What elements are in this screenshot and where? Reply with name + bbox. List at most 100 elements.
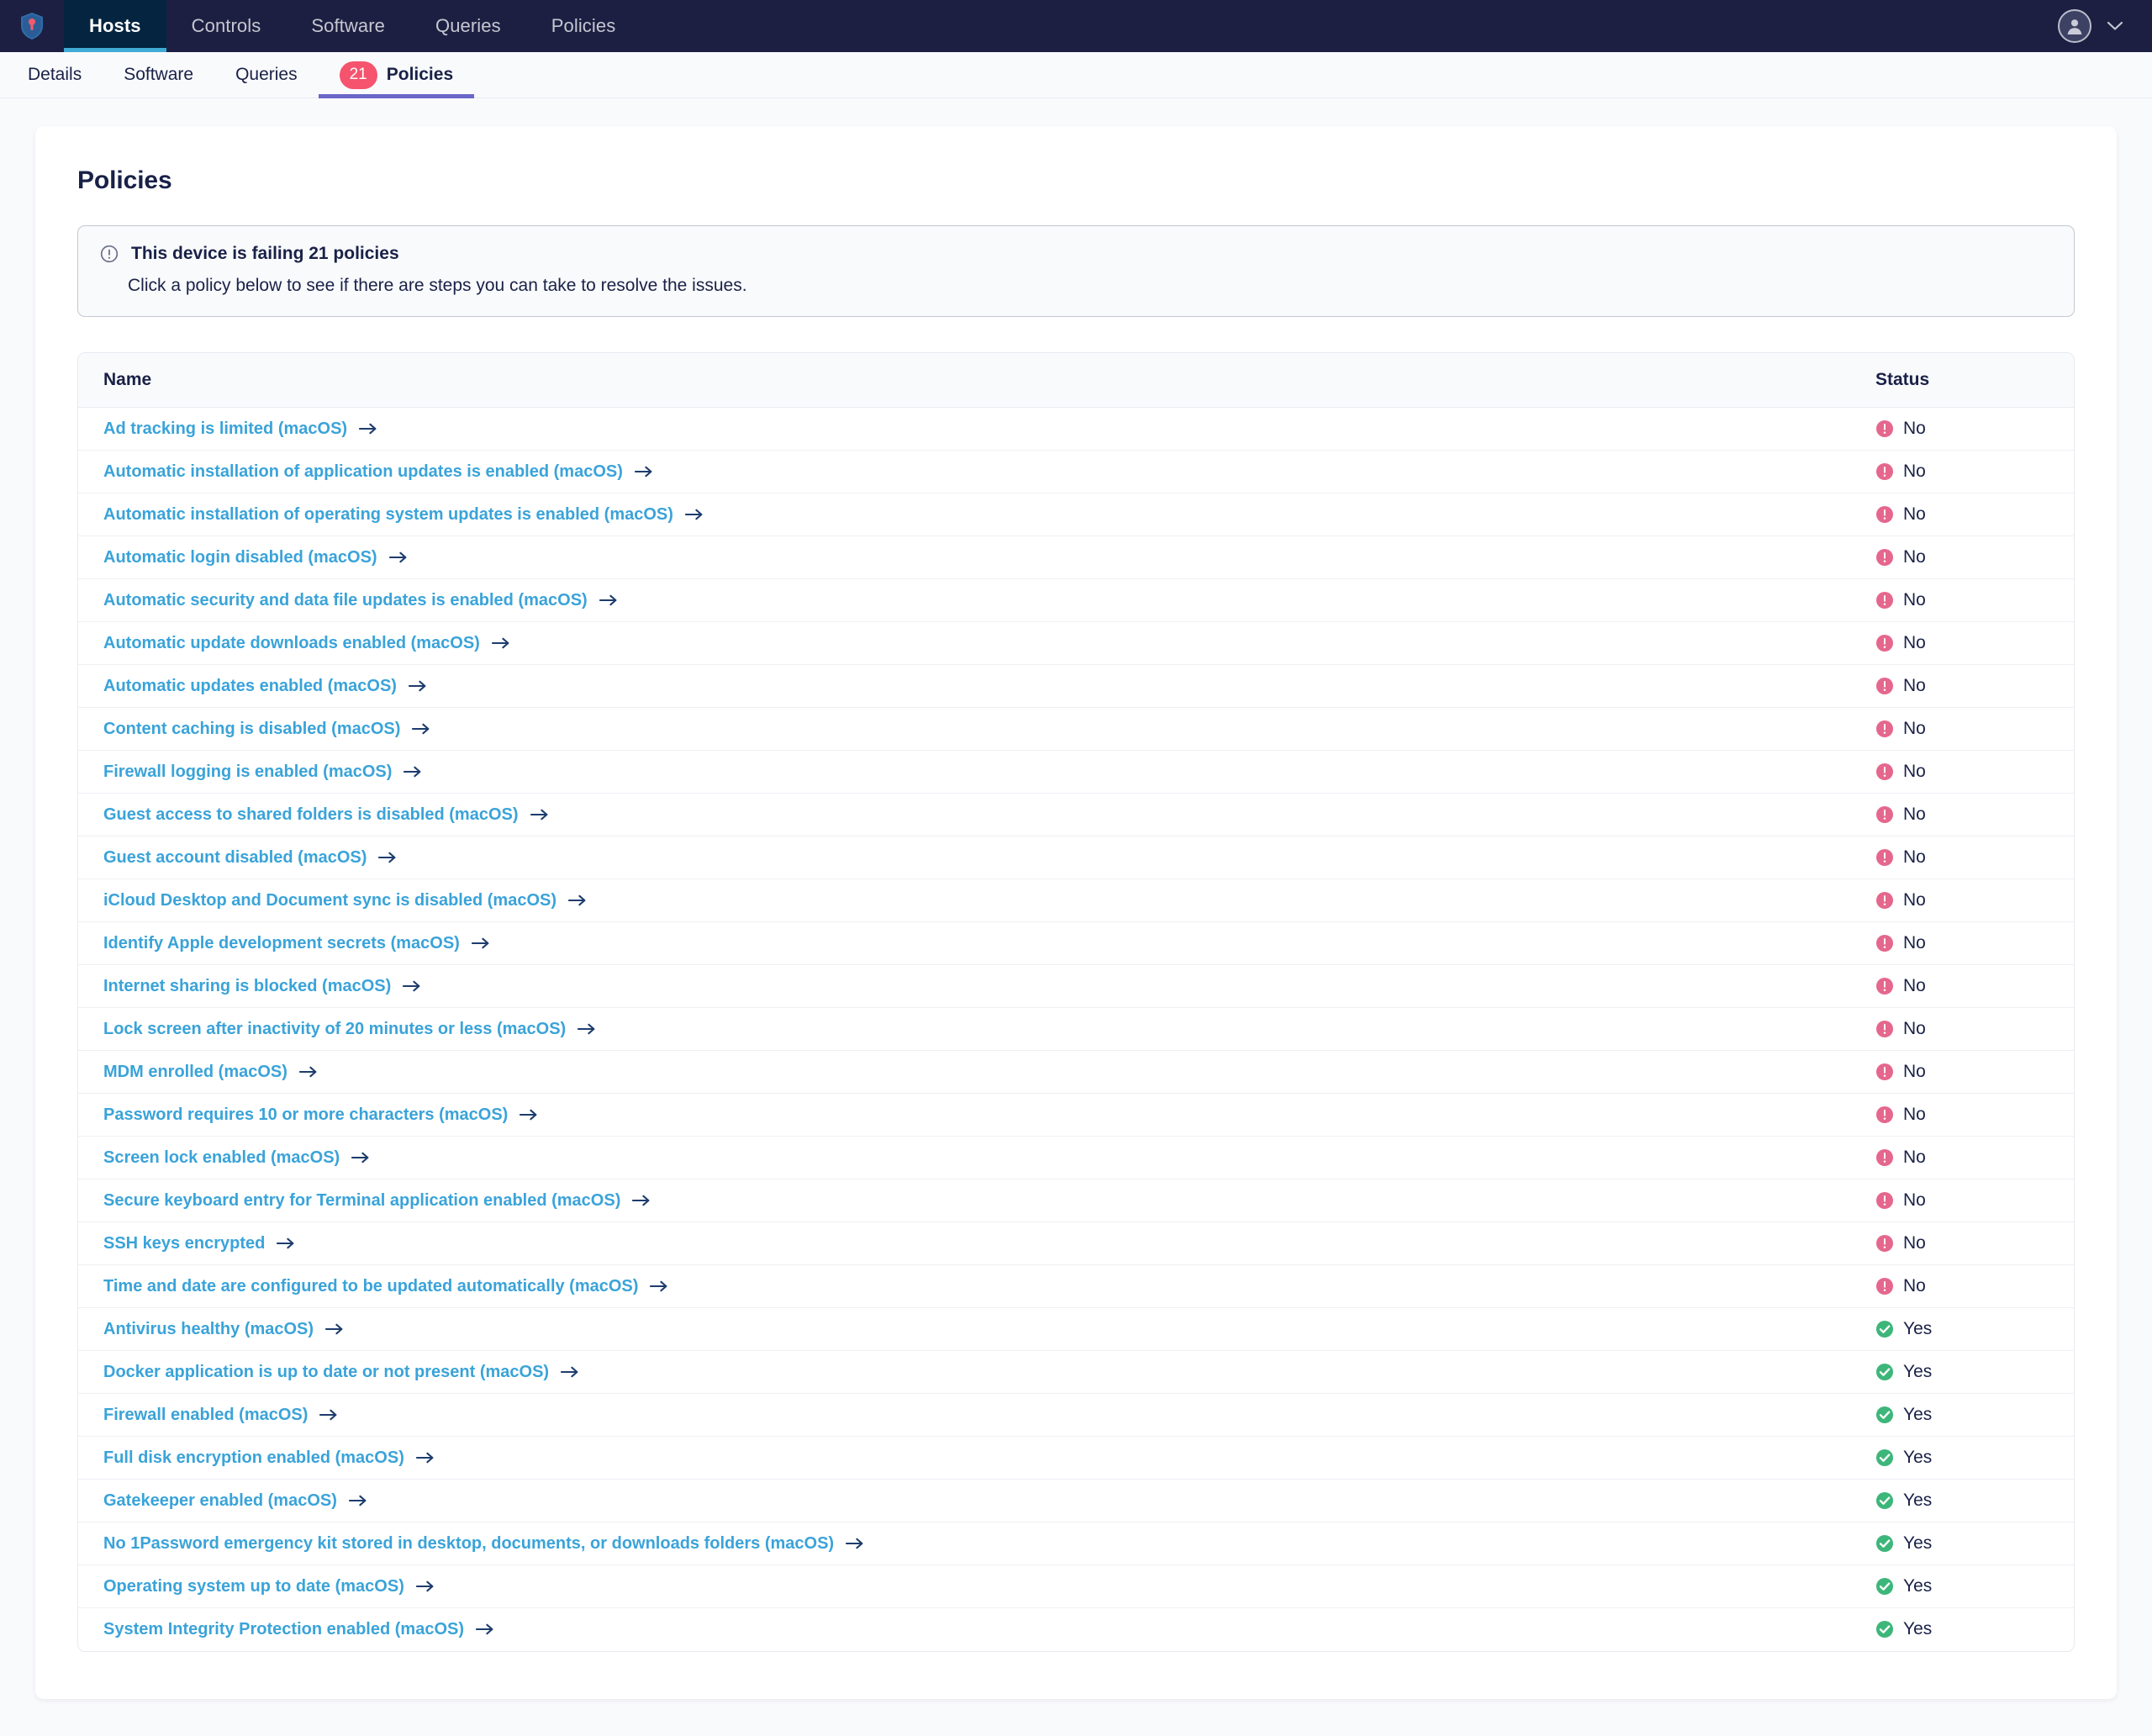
policy-link[interactable]: Automatic login disabled (macOS) [103, 548, 408, 567]
arrow-right-icon [632, 1195, 650, 1206]
page-content: Policies This device is failing 21 polic… [0, 98, 2152, 1736]
policy-link[interactable]: Firewall logging is enabled (macOS) [103, 762, 422, 782]
tab-software[interactable]: Software [103, 52, 214, 98]
policy-name-label: Automatic login disabled (macOS) [103, 547, 377, 567]
policy-link[interactable]: Secure keyboard entry for Terminal appli… [103, 1191, 651, 1211]
policy-name-cell: Guest account disabled (macOS) [78, 836, 1850, 879]
tab-policies[interactable]: 21 Policies [318, 52, 475, 98]
policy-link[interactable]: Guest account disabled (macOS) [103, 848, 397, 868]
policy-link[interactable]: Identify Apple development secrets (macO… [103, 934, 490, 953]
policy-name-label: Automatic update downloads enabled (macO… [103, 633, 480, 652]
policy-link[interactable]: Ad tracking is limited (macOS) [103, 419, 377, 439]
policy-status-cell: No [1850, 1222, 2074, 1265]
policy-name-cell: Automatic security and data file updates… [78, 578, 1850, 622]
status-label: No [1903, 762, 1926, 781]
arrow-right-icon [476, 1624, 493, 1635]
policy-status-cell: No [1850, 493, 2074, 536]
policy-link[interactable]: Firewall enabled (macOS) [103, 1406, 338, 1425]
policy-link[interactable]: Content caching is disabled (macOS) [103, 720, 430, 739]
status-badge: Yes [1875, 1448, 2074, 1468]
column-header-name[interactable]: Name [78, 353, 1850, 408]
table-body: Ad tracking is limited (macOS) No Automati… [78, 408, 2074, 1651]
policies-table-wrapper: Name Status Ad tracking is limited (macO… [77, 352, 2075, 1652]
status-badge: Yes [1875, 1619, 2074, 1639]
policy-name-cell: Firewall enabled (macOS) [78, 1393, 1850, 1437]
policy-name-label: Content caching is disabled (macOS) [103, 719, 401, 738]
top-nav-item-hosts[interactable]: Hosts [64, 0, 166, 52]
policy-status-cell: No [1850, 793, 2074, 836]
policy-link[interactable]: Lock screen after inactivity of 20 minut… [103, 1020, 596, 1039]
top-nav-user-menu[interactable] [2058, 0, 2152, 52]
tab-label: Software [124, 65, 194, 84]
table-row: Automatic installation of operating syst… [78, 493, 2074, 536]
policy-link[interactable]: Internet sharing is blocked (macOS) [103, 977, 421, 996]
status-badge: Yes [1875, 1405, 2074, 1425]
policy-link[interactable]: Automatic security and data file updates… [103, 591, 618, 610]
check-circle-icon [1876, 1621, 1893, 1638]
policy-link[interactable]: Time and date are configured to be updat… [103, 1277, 668, 1296]
exclamation-circle-icon [1876, 592, 1893, 609]
policy-status-cell: No [1850, 750, 2074, 794]
policy-link[interactable]: Operating system up to date (macOS) [103, 1577, 435, 1596]
policy-link[interactable]: Screen lock enabled (macOS) [103, 1148, 370, 1168]
table-row: Automatic login disabled (macOS) No [78, 536, 2074, 579]
policy-link[interactable]: Automatic update downloads enabled (macO… [103, 634, 510, 653]
status-label: No [1903, 933, 1926, 952]
top-nav-item-controls[interactable]: Controls [166, 0, 287, 52]
exclamation-circle-icon [1876, 549, 1893, 566]
policy-name-cell: Operating system up to date (macOS) [78, 1565, 1850, 1608]
status-label: No [1903, 1190, 1926, 1210]
policy-name-label: No 1Password emergency kit stored in des… [103, 1533, 835, 1553]
top-nav-label: Policies [551, 15, 616, 36]
arrow-right-icon [348, 1495, 367, 1506]
policy-link[interactable]: MDM enrolled (macOS) [103, 1063, 318, 1082]
status-badge: No [1875, 676, 2074, 696]
status-label: No [1903, 419, 1926, 438]
policy-link[interactable]: Automatic installation of operating syst… [103, 505, 704, 525]
top-nav-item-queries[interactable]: Queries [410, 0, 526, 52]
tab-queries[interactable]: Queries [214, 52, 319, 98]
avatar[interactable] [2058, 9, 2091, 43]
policy-status-cell: No [1850, 1179, 2074, 1222]
status-label: Yes [1903, 1619, 1933, 1639]
policy-name-label: Firewall logging is enabled (macOS) [103, 762, 393, 781]
policy-name-label: Ad tracking is limited (macOS) [103, 419, 348, 438]
policy-status-cell: Yes [1850, 1393, 2074, 1437]
policy-link[interactable]: Guest access to shared folders is disabl… [103, 805, 549, 825]
policy-name-label: Antivirus healthy (macOS) [103, 1319, 314, 1338]
table-row: System Integrity Protection enabled (mac… [78, 1607, 2074, 1651]
policy-link[interactable]: SSH keys encrypted [103, 1234, 295, 1253]
policy-link[interactable]: Docker application is up to date or not … [103, 1363, 579, 1382]
policy-link[interactable]: Full disk encryption enabled (macOS) [103, 1448, 435, 1468]
exclamation-circle-icon [1876, 463, 1893, 480]
policy-link[interactable]: Password requires 10 or more characters … [103, 1105, 538, 1125]
top-nav-item-software[interactable]: Software [286, 0, 410, 52]
policy-link[interactable]: System Integrity Protection enabled (mac… [103, 1620, 494, 1639]
policy-name-label: Automatic updates enabled (macOS) [103, 676, 397, 695]
table-row: Internet sharing is blocked (macOS) No [78, 964, 2074, 1008]
arrow-right-icon [378, 852, 396, 863]
policy-name-label: Automatic installation of operating syst… [103, 504, 673, 524]
top-navigation-bar: Hosts Controls Software Queries Policies [0, 0, 2152, 52]
arrow-right-icon [298, 1066, 317, 1078]
policy-link[interactable]: iCloud Desktop and Document sync is disa… [103, 891, 587, 910]
table-row: MDM enrolled (macOS) No [78, 1050, 2074, 1094]
policy-link[interactable]: Gatekeeper enabled (macOS) [103, 1491, 367, 1511]
top-nav-item-policies[interactable]: Policies [526, 0, 641, 52]
arrow-right-icon [578, 1023, 595, 1035]
policy-link[interactable]: Automatic updates enabled (macOS) [103, 677, 427, 696]
policy-name-cell: Antivirus healthy (macOS) [78, 1307, 1850, 1351]
table-row: iCloud Desktop and Document sync is disa… [78, 879, 2074, 922]
check-circle-icon [1876, 1364, 1893, 1380]
policy-link[interactable]: Antivirus healthy (macOS) [103, 1320, 344, 1339]
policy-link[interactable]: Automatic installation of application up… [103, 462, 653, 482]
policy-link[interactable]: No 1Password emergency kit stored in des… [103, 1534, 864, 1554]
policy-name-label: Gatekeeper enabled (macOS) [103, 1491, 337, 1510]
policy-status-cell: No [1850, 578, 2074, 622]
app-logo[interactable] [0, 0, 64, 52]
tab-details[interactable]: Details [7, 52, 103, 98]
column-header-status[interactable]: Status [1850, 353, 2074, 408]
arrow-right-icon [388, 551, 407, 563]
status-badge: No [1875, 805, 2074, 825]
chevron-down-icon[interactable] [2107, 21, 2123, 31]
